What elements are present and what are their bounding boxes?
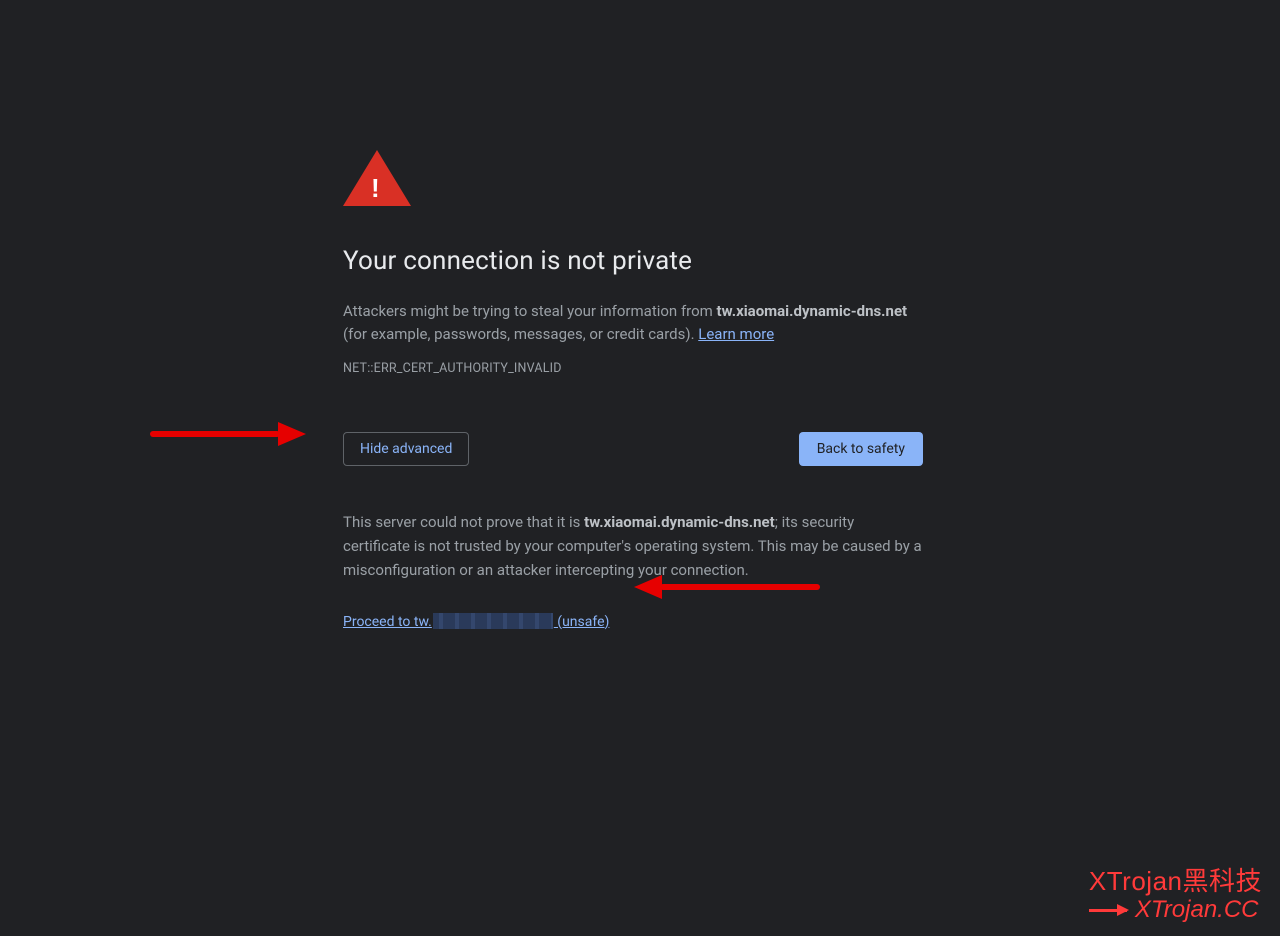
button-row: Hide advanced Back to safety: [343, 432, 923, 466]
proceed-suffix: (unsafe): [554, 614, 610, 630]
watermark-line2: XTrojan.CC: [1089, 896, 1262, 924]
arrow-right-icon: [1089, 909, 1127, 912]
back-to-safety-button[interactable]: Back to safety: [799, 432, 923, 466]
desc-domain: tw.xiaomai.dynamic-dns.net: [717, 302, 908, 320]
annotation-arrow-right-icon: [150, 425, 320, 449]
watermark: XTrojan黑科技 XTrojan.CC: [1089, 861, 1262, 924]
desc-text-suffix: (for example, passwords, messages, or cr…: [343, 325, 698, 343]
watermark-line1: XTrojan黑科技: [1089, 861, 1262, 898]
ssl-error-page: Your connection is not private Attackers…: [343, 150, 923, 630]
warning-triangle-icon: [343, 150, 411, 206]
error-code: NET::ERR_CERT_AUTHORITY_INVALID: [343, 361, 923, 376]
desc-text-prefix: Attackers might be trying to steal your …: [343, 302, 717, 320]
warning-description: Attackers might be trying to steal your …: [343, 300, 923, 347]
proceed-unsafe-link[interactable]: Proceed to tw. (unsafe): [343, 614, 609, 630]
hide-advanced-button[interactable]: Hide advanced: [343, 432, 469, 466]
learn-more-link[interactable]: Learn more: [698, 325, 774, 343]
advanced-text-prefix: This server could not prove that it is: [343, 513, 584, 531]
page-title: Your connection is not private: [343, 246, 923, 276]
proceed-row: Proceed to tw. (unsafe): [343, 614, 923, 630]
advanced-domain: tw.xiaomai.dynamic-dns.net: [584, 513, 775, 531]
advanced-explanation: This server could not prove that it is t…: [343, 510, 923, 582]
proceed-prefix: Proceed to tw.: [343, 614, 432, 630]
watermark-url: XTrojan.CC: [1135, 896, 1259, 924]
redacted-domain: [433, 613, 553, 629]
